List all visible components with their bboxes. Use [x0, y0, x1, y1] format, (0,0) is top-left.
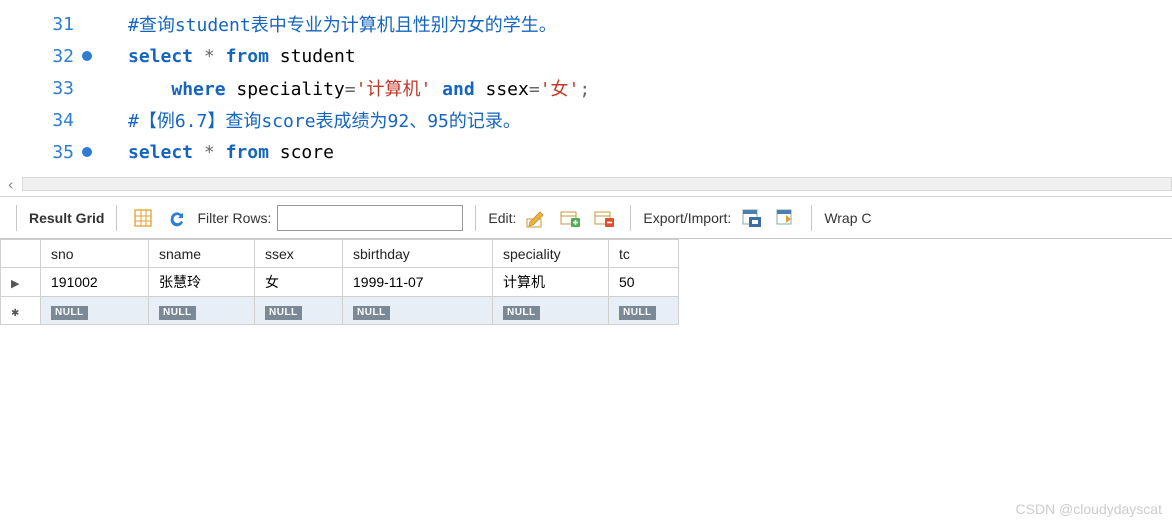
result-grid-label: Result Grid [29, 210, 104, 226]
table-cell[interactable]: 50 [609, 268, 679, 297]
code-text[interactable]: select * from score [100, 142, 334, 163]
table-cell[interactable]: NULL [343, 297, 493, 325]
null-badge: NULL [353, 306, 390, 320]
scroll-track[interactable] [22, 177, 1172, 191]
code-text[interactable]: select * from student [100, 46, 356, 67]
code-line[interactable]: 32 select * from student [0, 40, 1172, 72]
null-badge: NULL [265, 306, 302, 320]
table-cell[interactable]: NULL [255, 297, 343, 325]
code-text[interactable]: where speciality='计算机' and ssex='女'; [100, 75, 590, 101]
line-number: 35 [52, 142, 74, 163]
line-number: 33 [52, 78, 74, 99]
toolbar-divider [630, 205, 631, 231]
table-row[interactable]: NULL NULL NULL NULL NULL NULL [1, 297, 679, 325]
table-cell[interactable]: 1999-11-07 [343, 268, 493, 297]
result-toolbar: Result Grid Filter Rows: Edit: Export/Im… [0, 196, 1172, 238]
gutter[interactable]: 35 [0, 142, 100, 163]
table-cell[interactable]: 张慧玲 [149, 268, 255, 297]
export-icon[interactable] [737, 204, 765, 232]
table-cell[interactable]: NULL [493, 297, 609, 325]
result-grid[interactable]: snosnamessexsbirthdayspecialitytc191002张… [0, 238, 1172, 325]
toolbar-divider [475, 205, 476, 231]
null-badge: NULL [619, 306, 656, 320]
code-text[interactable]: #【例6.7】查询score表成绩为92、95的记录。 [100, 107, 521, 133]
column-header[interactable]: speciality [493, 240, 609, 268]
toolbar-divider [16, 205, 17, 231]
table-cell[interactable]: NULL [609, 297, 679, 325]
filter-rows-input[interactable] [277, 205, 463, 231]
wrap-label: Wrap C [824, 210, 871, 226]
line-number: 31 [52, 14, 74, 35]
delete-row-icon[interactable] [590, 204, 618, 232]
column-header[interactable]: sno [41, 240, 149, 268]
scroll-left-arrow-icon[interactable]: ‹ [0, 175, 22, 194]
grid-view-icon[interactable] [129, 204, 157, 232]
export-import-label: Export/Import: [643, 210, 731, 226]
breakpoint-icon[interactable] [82, 147, 92, 157]
gutter[interactable]: 31 [0, 14, 100, 35]
table-cell[interactable]: 女 [255, 268, 343, 297]
column-header[interactable]: sbirthday [343, 240, 493, 268]
filter-rows-label: Filter Rows: [197, 210, 271, 226]
code-text[interactable]: #查询student表中专业为计算机且性别为女的学生。 [100, 11, 557, 37]
watermark-text: CSDN @cloudydayscat [1016, 501, 1163, 517]
code-line[interactable]: 34 #【例6.7】查询score表成绩为92、95的记录。 [0, 104, 1172, 136]
editor-horizontal-scrollbar[interactable]: ‹ [0, 172, 1172, 196]
code-line[interactable]: 31 #查询student表中专业为计算机且性别为女的学生。 [0, 8, 1172, 40]
toolbar-divider [811, 205, 812, 231]
table-cell[interactable]: NULL [41, 297, 149, 325]
code-line[interactable]: 33 where speciality='计算机' and ssex='女'; [0, 72, 1172, 104]
row-marker[interactable] [1, 297, 41, 325]
add-row-icon[interactable] [556, 204, 584, 232]
row-marker[interactable] [1, 268, 41, 297]
null-badge: NULL [159, 306, 196, 320]
gutter[interactable]: 33 [0, 78, 100, 99]
table-row[interactable]: 191002张慧玲女1999-11-07计算机50 [1, 268, 679, 297]
rowheader-blank [1, 240, 41, 268]
gutter[interactable]: 34 [0, 110, 100, 131]
refresh-icon[interactable] [163, 204, 191, 232]
code-line[interactable]: 35 select * from score [0, 136, 1172, 168]
table-cell[interactable]: 计算机 [493, 268, 609, 297]
edit-label: Edit: [488, 210, 516, 226]
null-badge: NULL [51, 306, 88, 320]
gutter[interactable]: 32 [0, 46, 100, 67]
column-header[interactable]: ssex [255, 240, 343, 268]
null-badge: NULL [503, 306, 540, 320]
table-cell[interactable]: 191002 [41, 268, 149, 297]
line-number: 32 [52, 46, 74, 67]
column-header[interactable]: tc [609, 240, 679, 268]
code-editor[interactable]: 31 #查询student表中专业为计算机且性别为女的学生。 32 select * … [0, 0, 1172, 172]
toolbar-divider [116, 205, 117, 231]
line-number: 34 [52, 110, 74, 131]
import-icon[interactable] [771, 204, 799, 232]
edit-row-icon[interactable] [522, 204, 550, 232]
table-cell[interactable]: NULL [149, 297, 255, 325]
column-header[interactable]: sname [149, 240, 255, 268]
breakpoint-icon[interactable] [82, 51, 92, 61]
